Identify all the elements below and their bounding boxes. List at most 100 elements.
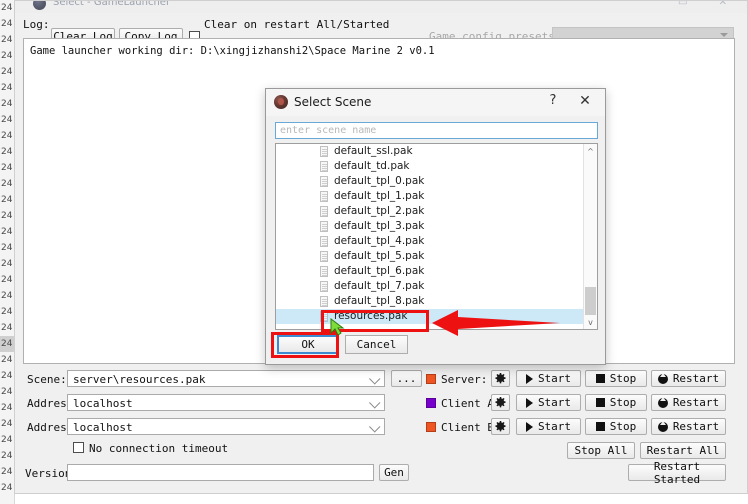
file-icon xyxy=(320,311,328,322)
background-row: 24 xyxy=(0,208,14,224)
app-circle-icon xyxy=(274,95,288,109)
scene-list-items: default_ssl.pakdefault_td.pak default_tpl… xyxy=(276,144,583,324)
background-row: 24 xyxy=(0,192,14,208)
gen-button[interactable]: Gen xyxy=(379,464,409,481)
background-row: 24 xyxy=(0,32,14,48)
restart-button[interactable]: Restart xyxy=(651,418,726,435)
file-icon xyxy=(320,206,328,217)
background-row: 24 xyxy=(0,352,14,368)
select-scene-dialog: Select Scene ? ✕ enter scene name defaul… xyxy=(265,88,606,365)
scene-search-placeholder: enter scene name xyxy=(280,125,376,136)
stop-label: Stop xyxy=(610,396,637,409)
scroll-down-icon[interactable]: v xyxy=(584,315,597,329)
background-row: 24 xyxy=(0,48,14,64)
help-icon[interactable]: ? xyxy=(543,93,563,108)
background-row: 24 xyxy=(0,448,14,464)
address-a-value: localhost xyxy=(73,397,133,410)
background-row: 24 xyxy=(0,176,14,192)
no-connection-timeout-label: No connection timeout xyxy=(89,442,228,455)
scene-list-scrollbar[interactable]: ^ v xyxy=(583,144,597,329)
log-label: Log: xyxy=(23,18,50,31)
background-row: 24 xyxy=(0,320,14,336)
background-row: 24 xyxy=(0,240,14,256)
scene-select[interactable]: server\resources.pak xyxy=(67,370,385,387)
scene-list-item[interactable]: resources.pak xyxy=(276,309,583,324)
settings-gear-button[interactable] xyxy=(491,394,510,411)
scene-list-item-label: default_tpl_5.pak xyxy=(334,250,424,262)
file-icon xyxy=(320,236,328,247)
chevron-down-icon xyxy=(369,397,380,408)
scene-list-item[interactable]: default_tpl_4.pak xyxy=(276,234,583,249)
version-input[interactable] xyxy=(67,464,374,481)
scene-list-item[interactable]: default_tpl_0.pak xyxy=(276,174,583,189)
scene-list-item[interactable]: default_tpl_3.pak xyxy=(276,219,583,234)
scene-search-input[interactable]: enter scene name xyxy=(275,122,598,139)
start-button[interactable]: Start xyxy=(516,370,581,387)
scene-list-item[interactable]: default_ssl.pak xyxy=(276,144,583,159)
browse-scene-button[interactable]: ... xyxy=(391,370,422,387)
scene-list-item[interactable]: default_tpl_2.pak xyxy=(276,204,583,219)
scene-list-item[interactable]: default_tpl_1.pak xyxy=(276,189,583,204)
scrollbar-thumb[interactable] xyxy=(585,287,596,315)
play-icon xyxy=(526,374,533,384)
file-icon xyxy=(320,221,328,232)
restart-label: Restart xyxy=(673,372,719,385)
address-b-value: localhost xyxy=(73,421,133,434)
scene-list-item[interactable]: default_td.pak xyxy=(276,159,583,174)
scene-list-item-label: default_td.pak xyxy=(334,160,410,172)
background-row: 24 xyxy=(0,80,14,96)
file-icon xyxy=(320,161,328,172)
cancel-button[interactable]: Cancel xyxy=(345,335,408,354)
file-icon xyxy=(320,146,328,157)
start-button[interactable]: Start xyxy=(516,394,581,411)
restart-icon xyxy=(658,374,668,384)
stop-icon xyxy=(596,398,605,407)
background-row: 24 xyxy=(0,416,14,432)
stop-all-button[interactable]: Stop All xyxy=(567,442,635,459)
restart-icon xyxy=(658,422,668,432)
address-a-select[interactable]: localhost xyxy=(67,394,385,411)
scene-list[interactable]: default_ssl.pakdefault_td.pak default_tpl… xyxy=(275,143,598,330)
close-icon[interactable]: ✕ xyxy=(575,93,595,109)
stop-button[interactable]: Stop xyxy=(585,370,647,387)
background-row: 24 xyxy=(0,368,14,384)
restart-icon xyxy=(658,398,668,408)
restart-all-button[interactable]: Restart All xyxy=(640,442,726,459)
play-icon xyxy=(526,398,533,408)
screen: 2424242424242424242424242424242424242424… xyxy=(0,0,748,504)
restart-button[interactable]: Restart xyxy=(651,370,726,387)
scene-list-item[interactable]: default_tpl_6.pak xyxy=(276,264,583,279)
target-name-label: Client A xyxy=(441,397,494,410)
chevron-down-icon xyxy=(720,33,728,37)
window-buttons[interactable]: ▭ ✕ xyxy=(678,1,741,8)
start-label: Start xyxy=(538,372,571,385)
background-row: 24 xyxy=(0,304,14,320)
stop-icon xyxy=(596,374,605,383)
start-button[interactable]: Start xyxy=(516,418,581,435)
stop-button[interactable]: Stop xyxy=(585,394,647,411)
ok-button[interactable]: OK xyxy=(277,335,339,354)
background-row: 24 xyxy=(0,256,14,272)
address-b-select[interactable]: localhost xyxy=(67,418,385,435)
background-row: 24 xyxy=(0,64,14,80)
background-row: 24 xyxy=(0,432,14,448)
settings-gear-button[interactable] xyxy=(491,418,510,435)
scene-list-item[interactable]: default_tpl_5.pak xyxy=(276,249,583,264)
status-indicator-client-b xyxy=(426,422,436,432)
settings-gear-button[interactable] xyxy=(491,370,510,387)
scene-list-item[interactable]: default_tpl_8.pak xyxy=(276,294,583,309)
window-title: Select - GameLauncher xyxy=(53,1,170,8)
scroll-up-icon[interactable]: ^ xyxy=(584,144,597,158)
scene-value: server\resources.pak xyxy=(73,373,205,386)
scene-label: Scene: xyxy=(27,373,67,386)
background-row: 24 xyxy=(0,112,14,128)
chevron-down-icon xyxy=(369,373,380,384)
restart-label: Restart xyxy=(673,396,719,409)
no-connection-timeout-checkbox[interactable] xyxy=(73,442,84,453)
restart-started-button[interactable]: Restart Started xyxy=(628,464,726,481)
scene-list-item-label: default_tpl_7.pak xyxy=(334,280,424,292)
dialog-title: Select Scene xyxy=(294,95,371,109)
restart-button[interactable]: Restart xyxy=(651,394,726,411)
scene-list-item[interactable]: default_tpl_7.pak xyxy=(276,279,583,294)
stop-button[interactable]: Stop xyxy=(585,418,647,435)
